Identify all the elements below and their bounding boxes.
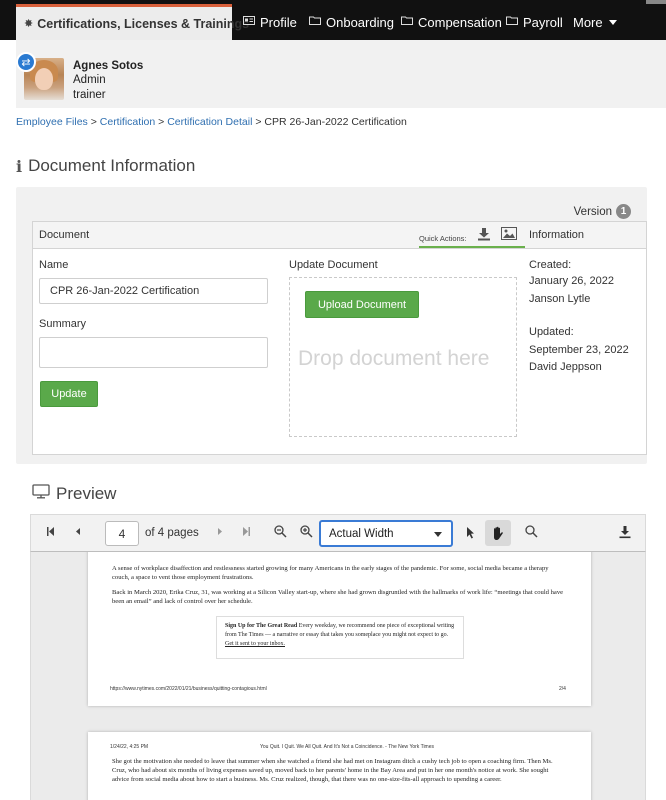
zoom-in-icon[interactable] [300, 525, 313, 541]
folder-icon [401, 16, 413, 28]
tab-certifications-label: Certifications, Licenses & Trainings [37, 16, 250, 31]
breadcrumb-separator: > [255, 116, 262, 128]
tab-profile-label: Profile [260, 14, 297, 30]
tab-onboarding-label: Onboarding [326, 14, 394, 30]
breadcrumb-employee-files[interactable]: Employee Files [16, 116, 88, 128]
folder-icon [309, 16, 321, 28]
last-page-icon[interactable] [242, 527, 250, 539]
tab-compensation-label: Compensation [418, 14, 502, 30]
document-information-heading: i Document Information [16, 156, 195, 176]
created-label: Created: [529, 259, 572, 271]
image-icon[interactable] [501, 227, 517, 241]
zoom-out-icon[interactable] [274, 525, 287, 541]
tab-profile[interactable]: Profile [243, 4, 297, 40]
update-document-label: Update Document [289, 259, 378, 271]
document-panel-header: Document Quick Actions: Information [33, 222, 646, 249]
gear-icon: ✸ [24, 18, 34, 30]
employee-role: Admin [73, 74, 106, 86]
monitor-icon [32, 484, 50, 504]
upload-document-button[interactable]: Upload Document [305, 291, 419, 318]
preview-title: Preview [56, 484, 117, 503]
tab-payroll[interactable]: Payroll [506, 4, 563, 40]
document-panel: Document Quick Actions: Information Name… [32, 221, 647, 455]
document-dropzone[interactable]: Upload Document Drop document here [289, 277, 517, 437]
download-icon[interactable] [619, 525, 631, 542]
select-cursor-icon[interactable] [466, 526, 475, 542]
download-icon[interactable] [477, 227, 493, 241]
update-button[interactable]: Update [40, 381, 98, 407]
pdf-footer-page: 2/4 [559, 686, 566, 692]
pdf-page: A sense of workplace disaffection and re… [88, 552, 591, 706]
updated-label: Updated: [529, 326, 574, 338]
dropdown-arrow-icon [434, 532, 442, 537]
tab-payroll-label: Payroll [523, 14, 563, 30]
breadcrumb-current: CPR 26-Jan-2022 Certification [264, 116, 407, 128]
breadcrumb: Employee Files > Certification > Certifi… [16, 116, 407, 128]
breadcrumb-certification-detail[interactable]: Certification Detail [167, 116, 252, 128]
employee-role-secondary: trainer [73, 89, 106, 101]
folder-icon [506, 16, 518, 28]
pdf-toolbar: 4 of 4 pages Actual Width [30, 514, 646, 552]
hand-tool-icon[interactable] [485, 520, 511, 546]
pdf-paragraph: A sense of workplace disaffection and re… [112, 565, 549, 581]
pdf-paragraph: Back in March 2020, Erika Cruz, 31, was … [112, 589, 564, 605]
summary-label: Summary [39, 318, 87, 330]
avatar-face [35, 68, 53, 90]
pdf-signup-box: Sign Up for The Great Read Every weekday… [216, 616, 464, 659]
drop-document-text: Drop document here [298, 347, 490, 370]
document-card: Version 1 Document Quick Actions: Inform… [16, 187, 647, 464]
next-page-icon[interactable] [217, 527, 223, 539]
employee-name: Agnes Sotos [73, 60, 144, 72]
pdf-header-title: You Quit. I Quit. We All Quit. And It's … [260, 744, 435, 750]
breadcrumb-certification[interactable]: Certification [100, 116, 155, 128]
summary-field[interactable] [39, 337, 268, 368]
search-icon[interactable] [525, 525, 538, 541]
version-badge: 1 [616, 204, 631, 219]
information-header-label: Information [529, 229, 585, 241]
quick-actions-label: Quick Actions: [419, 234, 467, 243]
tab-more[interactable]: More [573, 4, 617, 40]
signup-title: Sign Up for The Great Read [225, 623, 298, 629]
version-label: Version [573, 205, 612, 218]
page-number-input[interactable]: 4 [105, 521, 139, 546]
tab-certifications[interactable]: ✸ Certifications, Licenses & Trainings [16, 4, 249, 40]
document-information-title: Document Information [28, 156, 196, 175]
quick-actions-underline [419, 246, 525, 248]
signup-link[interactable]: Get it sent to your inbox. [225, 641, 285, 647]
zoom-select-value: Actual Width [329, 527, 394, 540]
breadcrumb-separator: > [90, 116, 97, 128]
zoom-select[interactable]: Actual Width [319, 520, 453, 547]
version-indicator: Version 1 [574, 204, 631, 219]
breadcrumb-separator: > [158, 116, 165, 128]
pdf-page: 1/24/22, 4:25 PM You Quit. I Quit. We Al… [88, 732, 591, 800]
corner-decoration [646, 0, 666, 4]
caret-down-icon [608, 19, 617, 25]
updated-date: September 23, 2022 [529, 344, 629, 356]
tab-onboarding[interactable]: Onboarding [309, 4, 394, 40]
first-page-icon[interactable] [47, 527, 55, 539]
info-icon: i [16, 156, 23, 176]
created-date: January 26, 2022 [529, 275, 615, 287]
pdf-header-date: 1/24/22, 4:25 PM [110, 744, 149, 750]
id-card-icon [243, 16, 255, 28]
pdf-paragraph: She got the motivation she needed to lea… [112, 758, 553, 783]
page-count-label: of 4 pages [145, 527, 199, 539]
employee-header: ⇄ Agnes Sotos Admin trainer [16, 40, 666, 108]
updated-by: David Jeppson [529, 361, 602, 373]
name-field[interactable]: CPR 26-Jan-2022 Certification [39, 278, 268, 304]
pdf-footer-url: https://www.nytimes.com/2022/01/21/busin… [110, 686, 267, 692]
previous-page-icon[interactable] [75, 527, 81, 539]
top-navigation-bar: ✸ Certifications, Licenses & Trainings P… [0, 0, 666, 40]
tab-compensation[interactable]: Compensation [401, 4, 502, 40]
preview-heading: Preview [32, 484, 116, 504]
document-header-label: Document [39, 229, 90, 241]
created-by: Janson Lytle [529, 293, 591, 305]
name-label: Name [39, 259, 69, 271]
swap-icon[interactable]: ⇄ [16, 52, 36, 72]
tab-more-label: More [573, 14, 603, 30]
pdf-viewer[interactable]: A sense of workplace disaffection and re… [30, 552, 646, 800]
